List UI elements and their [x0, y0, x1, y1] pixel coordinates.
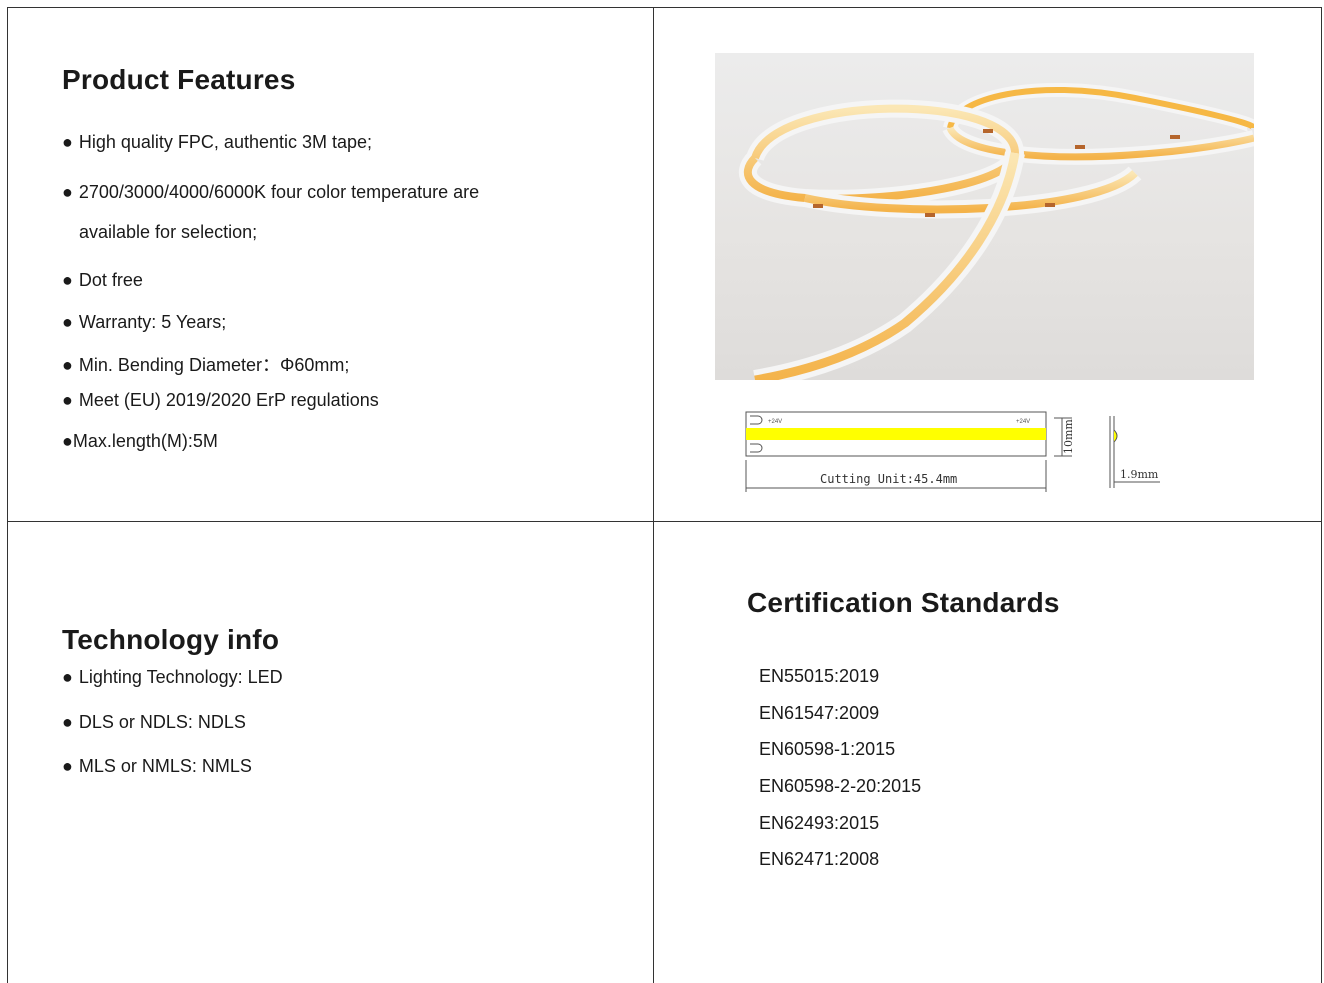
list-item: EN55015:2019: [759, 666, 880, 686]
list-item: EN62471:2008: [759, 849, 880, 869]
strip-dimension-drawing: +24V +24V Cutting Unit:45.4mm 10mm 1.9mm: [745, 411, 1160, 492]
list-item: ● Meet (EU) 2019/2020 ErP regulations: [62, 390, 379, 410]
width-label: 10mm: [1062, 419, 1075, 454]
label-left: +24V: [768, 419, 782, 425]
list-item: ●Max.length(M):5M: [62, 431, 218, 451]
list-item: ● Warranty: 5 Years;: [62, 312, 227, 332]
list-item: EN61547:2009: [759, 703, 880, 723]
features-title: Product Features: [62, 64, 296, 95]
list-item: ● 2700/3000/4000/6000K four color tempera…: [62, 182, 480, 202]
list-item: ● MLS or NMLS: NMLS: [62, 756, 252, 776]
list-item: ● High quality FPC, authentic 3M tape;: [62, 132, 373, 152]
column-divider: [653, 7, 654, 983]
bullet-icon: ●: [62, 270, 73, 290]
bullet-icon: ●: [62, 182, 73, 202]
bullet-icon: ●: [62, 712, 73, 732]
bullet-icon: ●: [62, 132, 73, 152]
certification-title: Certification Standards: [747, 587, 1060, 618]
list-item: EN60598-1:2015: [759, 739, 896, 759]
technology-title: Technology info: [62, 624, 280, 655]
bullet-icon: ●: [62, 431, 73, 451]
list-item: EN62493:2015: [759, 813, 880, 833]
list-item: ● Dot free: [62, 270, 143, 290]
bullet-icon: ●: [62, 667, 73, 687]
row-divider: [7, 521, 1322, 522]
bullet-icon: ●: [62, 312, 73, 332]
cutting-unit-label: Cutting Unit:45.4mm: [820, 472, 957, 486]
list-item: EN60598-2-20:2015: [759, 776, 922, 796]
list-item: ● Lighting Technology: LED: [62, 667, 283, 687]
dimension-diagram: +24V +24V Cutting Unit:45.4mm 10mm 1.9mm: [742, 408, 1172, 498]
thickness-label: 1.9mm: [1120, 468, 1159, 481]
led-strip-photo: [715, 53, 1254, 380]
led-strip-illustration: [738, 82, 1254, 380]
list-item: ● DLS or NDLS: NDLS: [62, 712, 246, 732]
list-item-continuation: available for selection;: [79, 222, 258, 242]
label-right: +24V: [1016, 419, 1030, 425]
bullet-icon: ●: [62, 756, 73, 776]
bullet-icon: ●: [62, 355, 73, 375]
list-item: ● Min. Bending Diameter：Φ60mm;: [62, 355, 350, 375]
bullet-icon: ●: [62, 390, 73, 410]
